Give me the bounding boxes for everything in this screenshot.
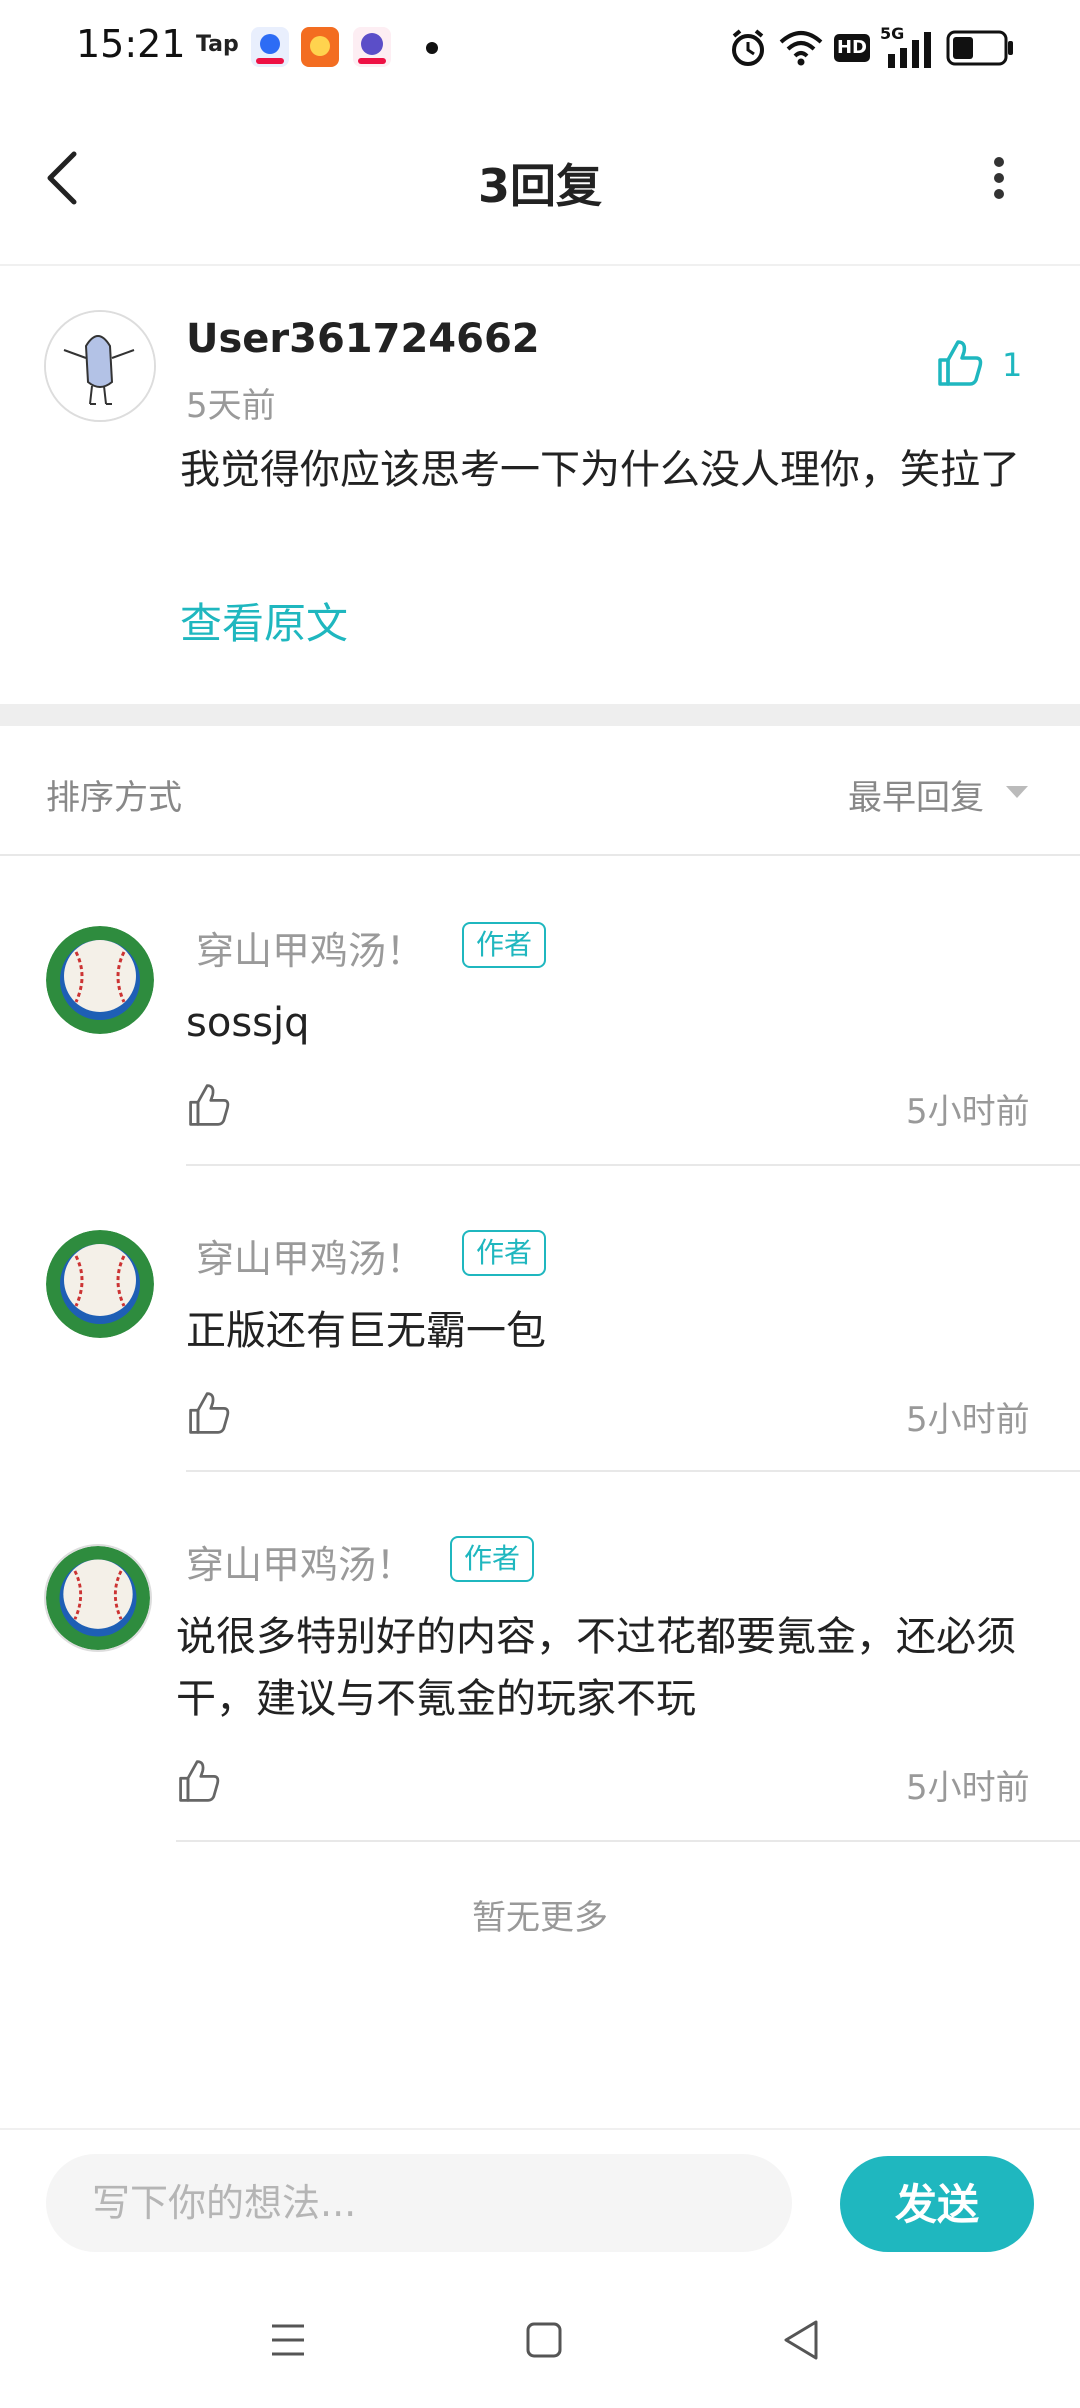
like-count: 1 <box>1002 346 1023 384</box>
comment-username[interactable]: User361724662 <box>186 316 540 362</box>
sort-label: 排序方式 <box>46 778 182 818</box>
thumbs-up-icon[interactable] <box>186 1390 232 1436</box>
sort-dropdown[interactable]: 最早回复 <box>848 770 1038 818</box>
reply-item: 穿山甲鸡汤！ 作者 说很多特别好的内容，不过花都要氪金，还必须干，建议与不氪金的… <box>0 1472 1080 1840</box>
sort-row: 排序方式 最早回复 <box>0 726 1080 854</box>
page-title: 3回复 <box>477 159 602 213</box>
author-badge: 作者 <box>462 1230 547 1276</box>
notification-dot-icon <box>426 42 438 54</box>
like-button[interactable]: 1 <box>936 338 1026 394</box>
tieba-icon <box>353 27 391 67</box>
author-badge: 作者 <box>450 1536 535 1582</box>
reply-username[interactable]: 穿山甲鸡汤！ <box>196 920 424 975</box>
reply-divider <box>176 1840 1080 1842</box>
system-nav-bar <box>0 2280 1080 2408</box>
baseball-avatar-icon <box>46 926 154 1034</box>
thumbs-up-icon[interactable] <box>186 1082 232 1128</box>
avatar[interactable] <box>46 926 154 1034</box>
taptap-icon: Tap <box>196 32 239 57</box>
reply-username[interactable]: 穿山甲鸡汤！ <box>196 1228 424 1283</box>
menu-icon[interactable] <box>268 2320 308 2360</box>
view-original-link[interactable]: 查看原文 <box>180 590 348 651</box>
status-time: 15:21 <box>76 22 186 66</box>
thumbs-up-filled-icon <box>938 340 983 386</box>
baidu-icon <box>251 27 289 67</box>
section-divider <box>0 704 1080 726</box>
battery-icon <box>946 30 1013 66</box>
reply-username[interactable]: 穿山甲鸡汤！ <box>186 1534 414 1589</box>
reply-text: 正版还有巨无霸一包 <box>186 1308 546 1354</box>
reply-time: 5小时前 <box>906 1768 1030 1808</box>
hd-icon: HD <box>834 34 870 62</box>
baseball-avatar-icon <box>46 1546 150 1650</box>
author-badge: 作者 <box>462 922 547 968</box>
avatar[interactable] <box>44 1544 152 1652</box>
thumbs-up-icon[interactable] <box>176 1758 222 1804</box>
more-options-icon[interactable] <box>984 150 1014 206</box>
comment-time: 5天前 <box>186 386 276 426</box>
reply-time: 5小时前 <box>906 1092 1030 1132</box>
reply-time: 5小时前 <box>906 1400 1030 1440</box>
doodle-avatar-icon <box>46 312 154 420</box>
back-icon[interactable] <box>780 2318 822 2362</box>
status-bar: 15:21 Tap HD 5G <box>0 0 1080 96</box>
reply-item: 穿山甲鸡汤！ 作者 正版还有巨无霸一包 5小时前 <box>0 1166 1080 1472</box>
avatar[interactable] <box>46 1230 154 1338</box>
comment-text: 我觉得你应该思考一下为什么没人理你，笑拉了 <box>180 447 1020 493</box>
comment-input-bar: 发送 <box>0 2128 1080 2280</box>
reply-text: 说很多特别好的内容，不过花都要氪金，还必须干，建议与不氪金的玩家不玩 <box>176 1614 1016 1722</box>
main-comment: User361724662 5天前 1 我觉得你应该思考一下为什么没人理你，笑拉… <box>0 266 1080 704</box>
comment-input[interactable] <box>46 2154 792 2252</box>
alarm-icon <box>732 29 764 66</box>
sort-value: 最早回复 <box>848 778 984 818</box>
reply-item: 穿山甲鸡汤！ 作者 sossjq 5小时前 <box>0 856 1080 1166</box>
5g-signal-icon: 5G <box>880 24 936 68</box>
send-button[interactable]: 发送 <box>840 2156 1034 2252</box>
no-more-text: 暂无更多 <box>472 1898 608 1938</box>
avatar[interactable] <box>44 310 156 422</box>
baseball-avatar-icon <box>46 1230 154 1338</box>
top-app-bar: 3回复 <box>0 96 1080 266</box>
weibo-icon <box>301 27 339 67</box>
wifi-icon <box>779 31 823 66</box>
home-icon[interactable] <box>524 2320 564 2360</box>
reply-text: sossjq <box>186 1000 310 1046</box>
caret-down-icon <box>1006 786 1028 798</box>
